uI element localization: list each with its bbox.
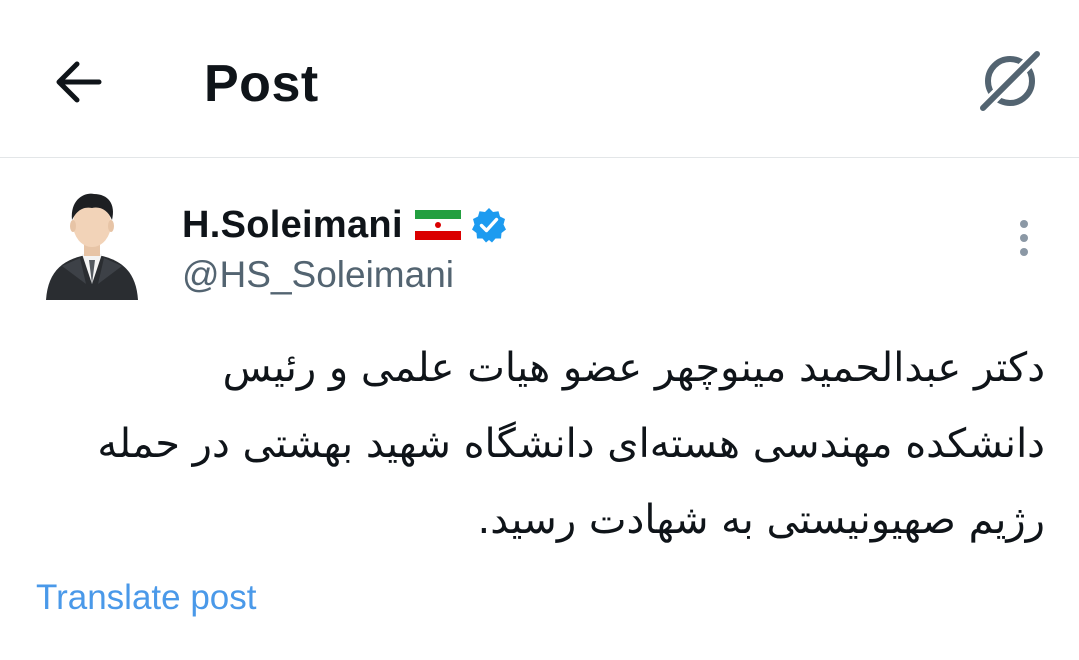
post-text-line: دانشکده مهندسی هسته‌ای دانشگاه شهید بهشت… [97, 421, 1045, 467]
iran-flag-icon [414, 210, 461, 240]
avatar[interactable] [42, 188, 142, 308]
arrow-left-icon [56, 61, 102, 103]
post-text-line: دکتر عبدالحمید مینوچهر عضو هیات علمی و ر… [222, 345, 1045, 391]
grok-button[interactable] [972, 46, 1048, 116]
author-row: H.Soleimani [182, 200, 507, 250]
post-text: دکتر عبدالحمید مینوچهر عضو هیات علمی و ر… [35, 330, 1045, 558]
more-vertical-icon [1020, 220, 1028, 256]
post-text-line: رژیم صهیونیستی به شهادت رسید. [477, 497, 1045, 543]
display-name[interactable]: H.Soleimani [182, 201, 403, 249]
verified-badge-icon [471, 208, 506, 243]
top-bar: Post [0, 0, 1079, 158]
author-handle[interactable]: @HS_Soleimani [182, 252, 454, 298]
page-title: Post [204, 55, 319, 113]
translate-post-link[interactable]: Translate post [36, 576, 256, 620]
grok-icon [975, 48, 1045, 114]
more-options-button[interactable] [1006, 216, 1042, 260]
back-button[interactable] [48, 52, 108, 112]
